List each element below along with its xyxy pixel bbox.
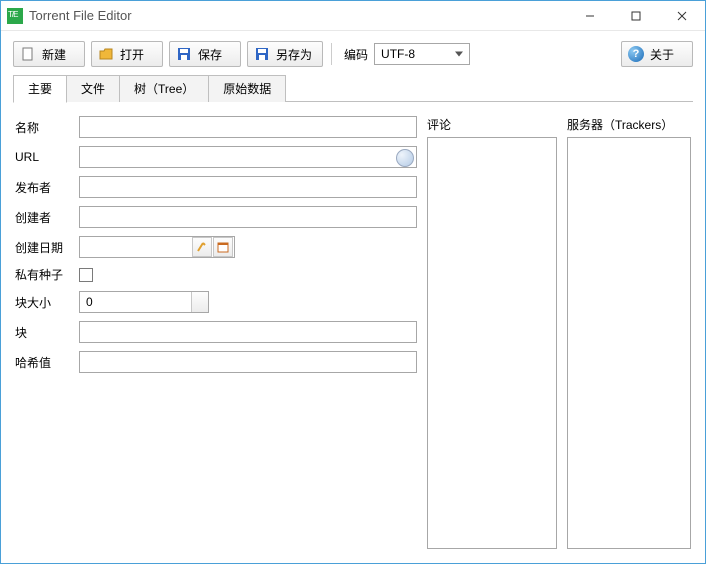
window-controls bbox=[567, 1, 705, 30]
calendar-button[interactable] bbox=[213, 237, 233, 257]
open-label: 打开 bbox=[120, 46, 144, 63]
maximize-button[interactable] bbox=[613, 1, 659, 30]
pieces-input[interactable] bbox=[79, 321, 417, 343]
new-label: 新建 bbox=[42, 46, 66, 63]
created-date-label: 创建日期 bbox=[15, 239, 73, 256]
save-icon bbox=[176, 46, 192, 62]
encoding-label: 编码 bbox=[344, 46, 368, 63]
encoding-select[interactable]: UTF-8 bbox=[374, 43, 470, 65]
piece-size-input[interactable]: 0 bbox=[79, 291, 209, 313]
piece-size-value: 0 bbox=[86, 295, 93, 309]
clear-date-button[interactable] bbox=[192, 237, 212, 257]
main-content: 名称 URL 发布者 创建者 创建日期 bbox=[1, 102, 705, 563]
folder-open-icon bbox=[98, 46, 114, 62]
tab-files[interactable]: 文件 bbox=[66, 75, 120, 102]
name-label: 名称 bbox=[15, 119, 73, 136]
url-label: URL bbox=[15, 150, 73, 164]
app-window: Torrent File Editor 新建 bbox=[0, 0, 706, 564]
trackers-column: 服务器（Trackers） bbox=[567, 116, 691, 549]
comments-label: 评论 bbox=[427, 116, 557, 133]
tab-main[interactable]: 主要 bbox=[13, 75, 67, 103]
pieces-label: 块 bbox=[15, 324, 73, 341]
publisher-label: 发布者 bbox=[15, 179, 73, 196]
app-icon bbox=[7, 8, 23, 24]
titlebar: Torrent File Editor bbox=[1, 1, 705, 31]
file-icon bbox=[20, 46, 36, 62]
open-button[interactable]: 打开 bbox=[91, 41, 163, 67]
trackers-label: 服务器（Trackers） bbox=[567, 116, 691, 133]
hash-label: 哈希值 bbox=[15, 354, 73, 371]
url-input[interactable] bbox=[79, 146, 417, 168]
about-label: 关于 bbox=[650, 46, 674, 63]
save-button[interactable]: 保存 bbox=[169, 41, 241, 67]
new-button[interactable]: 新建 bbox=[13, 41, 85, 67]
created-date-field[interactable] bbox=[79, 236, 235, 258]
name-input[interactable] bbox=[79, 116, 417, 138]
hash-input[interactable] bbox=[79, 351, 417, 373]
comments-column: 评论 bbox=[427, 116, 557, 549]
minimize-button[interactable] bbox=[567, 1, 613, 30]
private-label: 私有种子 bbox=[15, 266, 73, 283]
save-label: 保存 bbox=[198, 46, 222, 63]
creator-input[interactable] bbox=[79, 206, 417, 228]
tab-raw[interactable]: 原始数据 bbox=[208, 75, 286, 102]
spin-up-icon[interactable] bbox=[198, 296, 204, 300]
toolbar: 新建 打开 保存 另存为 编码 bbox=[1, 31, 705, 75]
window-title: Torrent File Editor bbox=[29, 8, 567, 23]
comments-textarea[interactable] bbox=[427, 137, 557, 549]
close-button[interactable] bbox=[659, 1, 705, 30]
saveas-icon bbox=[254, 46, 270, 62]
private-checkbox[interactable] bbox=[79, 268, 93, 282]
toolbar-separator bbox=[331, 43, 332, 65]
saveas-button[interactable]: 另存为 bbox=[247, 41, 323, 67]
help-icon: ? bbox=[628, 46, 644, 62]
url-go-icon[interactable] bbox=[396, 149, 414, 167]
tab-bar: 主要 文件 树（Tree） 原始数据 bbox=[1, 75, 705, 102]
about-button[interactable]: ? 关于 bbox=[621, 41, 693, 67]
form-column: 名称 URL 发布者 创建者 创建日期 bbox=[15, 116, 417, 549]
publisher-input[interactable] bbox=[79, 176, 417, 198]
encoding-value: UTF-8 bbox=[381, 47, 415, 61]
spin-down-icon[interactable] bbox=[198, 304, 204, 308]
tab-tree[interactable]: 树（Tree） bbox=[119, 75, 209, 102]
saveas-label: 另存为 bbox=[276, 46, 312, 63]
trackers-list[interactable] bbox=[567, 137, 691, 549]
piece-size-label: 块大小 bbox=[15, 294, 73, 311]
creator-label: 创建者 bbox=[15, 209, 73, 226]
